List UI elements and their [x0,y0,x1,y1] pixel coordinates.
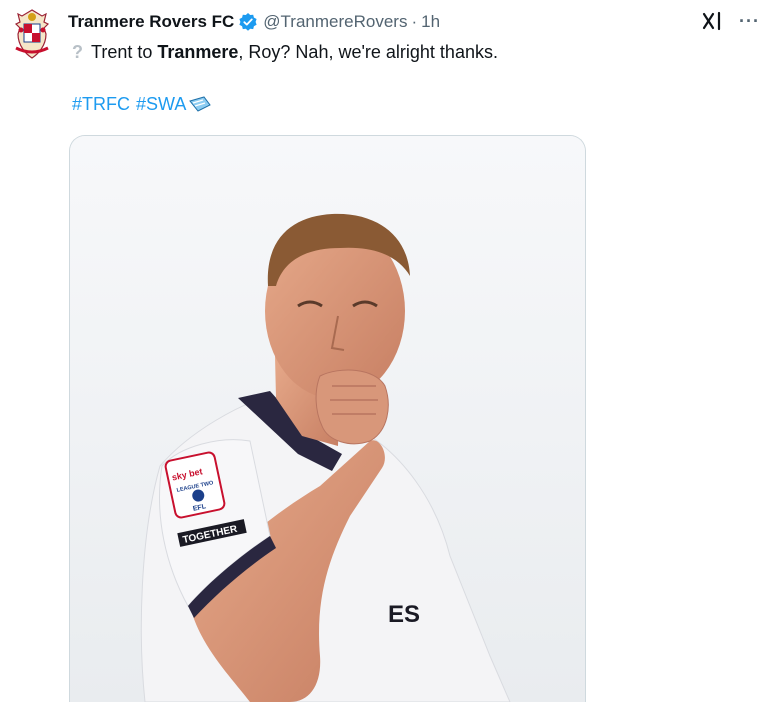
more-options-icon[interactable]: ··· [739,12,760,30]
tweet[interactable]: Tranmere Rovers FC @TranmereRovers · 1h … [0,0,768,702]
tweet-text-part2: , Roy? Nah, we're alright thanks. [238,42,498,62]
tweet-text: ? Trent to Tranmere, Roy? Nah, we're alri… [72,40,498,64]
handle[interactable]: @TranmereRovers [263,12,407,32]
timestamp[interactable]: 1h [421,12,440,32]
hashtag-trfc[interactable]: #TRFC [72,92,130,116]
hashtag-emoji-icon [188,95,212,113]
tweet-text-part1: Trent to [91,42,158,62]
tweet-text-bold: Tranmere [157,42,239,62]
grok-icon[interactable] [701,10,723,32]
tweet-actions-top: ··· [701,10,760,32]
question-emoji-icon: ? [72,42,83,62]
verified-badge-icon[interactable] [238,12,258,32]
shirt-sponsor-text: ES [388,601,420,628]
tweet-header: Tranmere Rovers FC @TranmereRovers · 1h [68,10,440,34]
tweet-media-image[interactable]: sky bet LEAGUE TWO EFL TOGETHER ES [69,135,586,702]
hashtag-swa[interactable]: #SWA [136,92,186,116]
separator-dot: · [411,12,418,31]
club-crest-icon[interactable] [10,8,54,60]
display-name[interactable]: Tranmere Rovers FC [68,12,234,32]
hashtags: #TRFC #SWA [72,92,212,116]
